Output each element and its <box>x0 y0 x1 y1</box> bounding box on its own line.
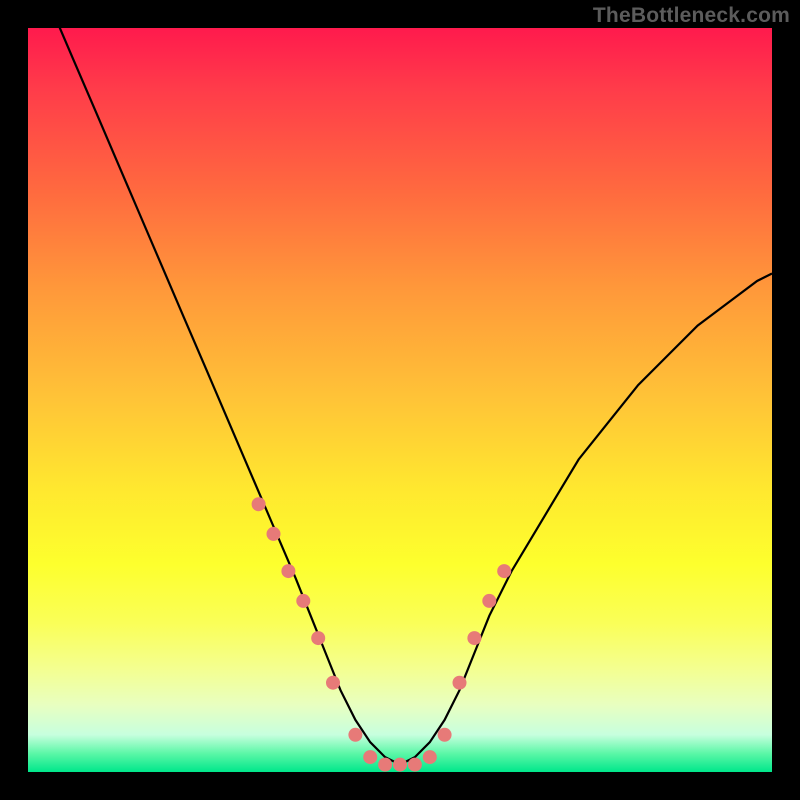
curve-marker <box>408 758 422 772</box>
plot-area <box>28 28 772 772</box>
curve-marker <box>393 758 407 772</box>
curve-marker <box>267 527 281 541</box>
curve-marker <box>348 728 362 742</box>
curve-marker <box>438 728 452 742</box>
curve-marker <box>363 750 377 764</box>
curve-marker <box>467 631 481 645</box>
curve-marker <box>482 594 496 608</box>
curve-marker <box>296 594 310 608</box>
curve-marker <box>311 631 325 645</box>
curve-marker <box>453 676 467 690</box>
curve-marker <box>326 676 340 690</box>
curve-marker <box>378 758 392 772</box>
bottleneck-curve <box>28 28 772 765</box>
curve-layer <box>28 28 772 772</box>
curve-markers <box>252 497 512 771</box>
curve-marker <box>281 564 295 578</box>
curve-marker <box>423 750 437 764</box>
chart-frame: TheBottleneck.com <box>0 0 800 800</box>
curve-marker <box>497 564 511 578</box>
watermark-text: TheBottleneck.com <box>593 4 790 28</box>
curve-marker <box>252 497 266 511</box>
